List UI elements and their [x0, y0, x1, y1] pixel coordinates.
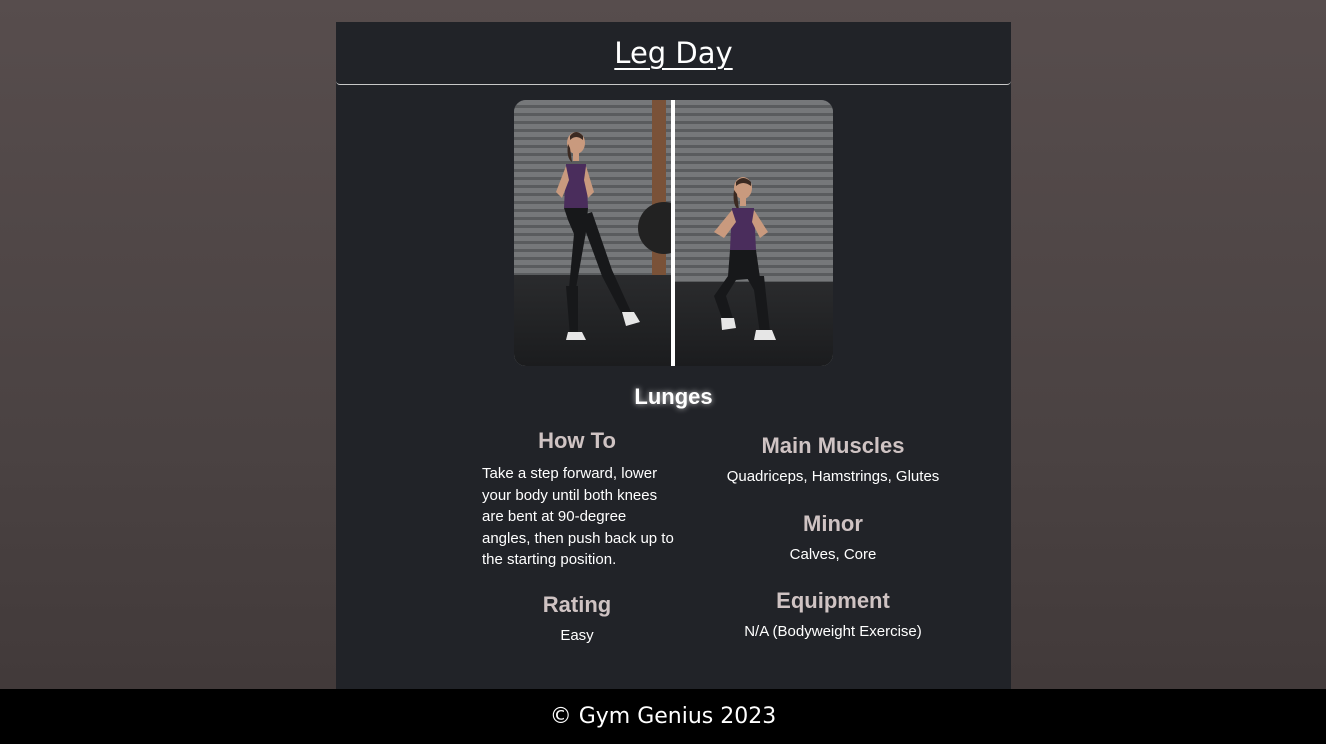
how-to-text: Take a step forward, lower your body unt…: [482, 465, 674, 569]
exercise-image: [514, 100, 833, 366]
page-footer: © Gym Genius 2023: [0, 689, 1326, 744]
page-header: Leg Day: [336, 22, 1011, 85]
main-muscles-value: Quadriceps, Hamstrings, Glutes: [726, 468, 940, 485]
page-title-link[interactable]: Leg Day: [614, 36, 732, 70]
rating-heading: Rating: [542, 592, 612, 617]
exercise-name: Lunges: [634, 384, 713, 409]
rating-value: Easy: [560, 627, 594, 644]
minor-muscles-value: Calves, Core: [789, 546, 877, 563]
main-muscles-heading: Main Muscles: [761, 433, 905, 458]
how-to-heading: How To: [538, 428, 616, 453]
equipment-value: N/A (Bodyweight Exercise): [744, 623, 922, 640]
content-panel: Leg Day Lunges How To Take a step forwar…: [336, 22, 1011, 689]
copyright-text: © Gym Genius 2023: [549, 704, 777, 729]
equipment-heading: Equipment: [776, 588, 890, 613]
minor-muscles-heading: Minor: [803, 511, 863, 536]
